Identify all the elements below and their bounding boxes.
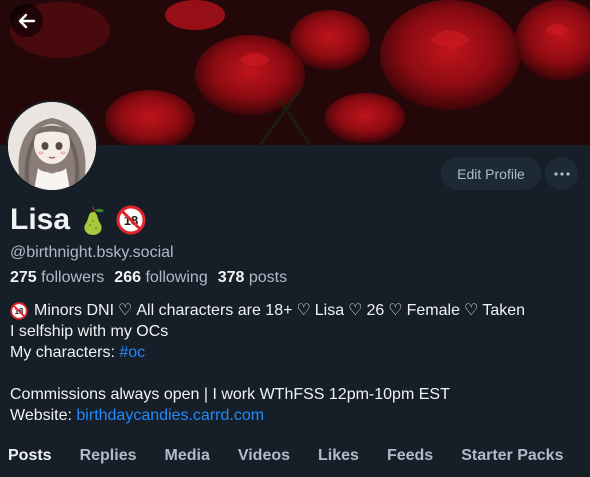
posts-stat: 378 posts: [217, 269, 288, 286]
heart-icon: ♡: [463, 302, 479, 319]
bio-line-2: I selfship with my OCs: [10, 323, 169, 340]
website-link[interactable]: birthdaycandies.carrd.com: [76, 405, 264, 426]
tab-starter-packs[interactable]: Starter Packs: [447, 440, 577, 477]
bio-blank-line: [10, 363, 585, 384]
heart-icon: ♡: [388, 302, 403, 319]
heart-icon: ♡: [118, 302, 133, 319]
tab-feeds[interactable]: Feeds: [373, 440, 447, 477]
arrow-left-icon: [18, 13, 35, 28]
edit-profile-button[interactable]: Edit Profile: [441, 157, 541, 190]
display-name-row: Lisa 18: [10, 200, 146, 240]
heart-icon: ♡: [348, 302, 363, 319]
profile-tabs: Posts Replies Media Videos Likes Feeds S…: [0, 440, 590, 477]
tab-videos[interactable]: Videos: [224, 440, 304, 477]
hashtag-oc-link[interactable]: #oc: [119, 342, 145, 363]
bio-line-5: Commissions always open | I work WThFSS …: [10, 386, 450, 403]
more-options-button[interactable]: [545, 157, 578, 190]
pear-emoji-icon: [84, 206, 105, 235]
tab-posts[interactable]: Posts: [0, 440, 66, 477]
followers-stat[interactable]: 275 followers: [10, 269, 104, 287]
bio-line-6: Website: birthdaycandies.carrd.com: [10, 405, 265, 426]
heart-icon: ♡: [296, 302, 311, 319]
tab-likes[interactable]: Likes: [304, 440, 373, 477]
avatar[interactable]: [6, 100, 98, 192]
tab-media[interactable]: Media: [151, 440, 224, 477]
bio-line-3: My characters: #oc: [10, 342, 146, 363]
following-stat[interactable]: 266 following: [114, 269, 207, 287]
no-under-18-icon: 18: [116, 205, 146, 235]
avatar-illustration: [8, 102, 96, 190]
ellipsis-icon: [553, 171, 570, 176]
back-button[interactable]: [10, 4, 43, 37]
profile-stats: 275 followers 266 following 378 posts: [10, 269, 287, 287]
profile-bio: 18 Minors DNI ♡ All characters are 18+ ♡…: [10, 300, 585, 426]
display-name: Lisa: [10, 203, 71, 236]
no-under-18-icon: 18: [10, 301, 28, 320]
bio-line-1: 18 Minors DNI ♡ All characters are 18+ ♡…: [10, 300, 585, 321]
tab-replies[interactable]: Replies: [66, 440, 151, 477]
profile-handle: @birthnight.bsky.social: [10, 244, 174, 261]
